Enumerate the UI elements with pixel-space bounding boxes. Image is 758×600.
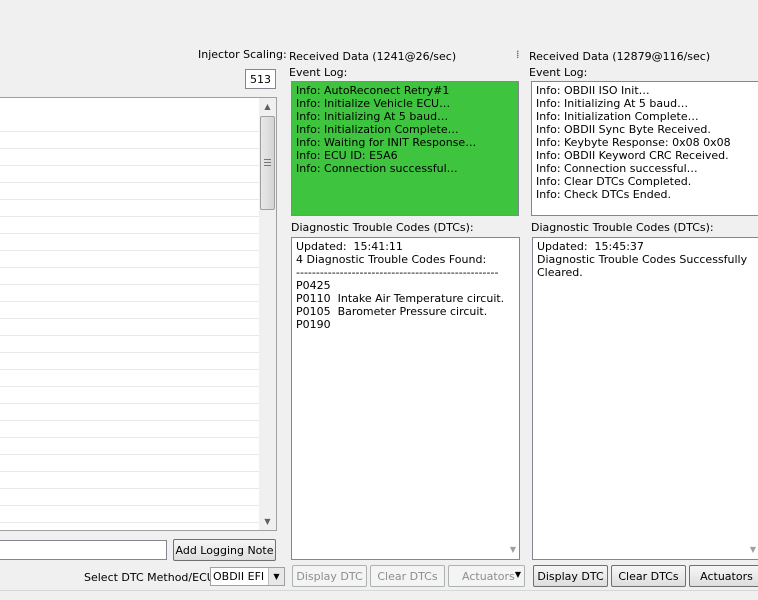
- log-line: P0190: [296, 318, 331, 331]
- log-line: Info: Initializing At 5 baud…: [536, 97, 689, 110]
- panel2-clear-dtcs-button[interactable]: Clear DTCs: [611, 565, 686, 587]
- table-row[interactable]: [0, 438, 259, 455]
- table-row[interactable]: [0, 489, 259, 506]
- log-line: P0105 Barometer Pressure circuit.: [296, 305, 488, 318]
- table-row[interactable]: [0, 166, 259, 183]
- log-line: Updated: 15:41:11: [296, 240, 403, 253]
- injector-scaling-input[interactable]: 513: [245, 69, 276, 89]
- scroll-thumb[interactable]: [260, 116, 275, 210]
- log-line: Info: Connection successful…: [536, 162, 698, 175]
- log-line: Info: Clear DTCs Completed.: [536, 175, 692, 188]
- data-list-rows: [0, 115, 259, 530]
- log-line: Info: OBDII ISO Init…: [536, 84, 650, 97]
- log-line: Info: OBDII Keyword CRC Received.: [536, 149, 729, 162]
- table-row[interactable]: [0, 149, 259, 166]
- table-row[interactable]: [0, 353, 259, 370]
- table-row[interactable]: [0, 302, 259, 319]
- table-row[interactable]: [0, 421, 259, 438]
- panel1-received-data: Received Data (1241@26/sec): [289, 50, 457, 63]
- panel2-event-log[interactable]: Info: OBDII ISO Init… Info: Initializing …: [531, 81, 758, 216]
- log-line: Info: Check DTCs Ended.: [536, 188, 671, 201]
- log-line: ----------------------------------------…: [296, 266, 499, 279]
- table-row[interactable]: [0, 387, 259, 404]
- table-row[interactable]: [0, 370, 259, 387]
- chevron-down-icon: ▼: [514, 570, 521, 579]
- chevron-down-icon[interactable]: ▼: [268, 568, 284, 585]
- table-row[interactable]: [0, 217, 259, 234]
- table-row[interactable]: [0, 319, 259, 336]
- splitter-grip-icon[interactable]: ⁞: [516, 48, 520, 61]
- panel2-dtc-box[interactable]: Updated: 15:45:37 Diagnostic Trouble Code…: [532, 237, 758, 560]
- log-line: Info: ECU ID: E5A6: [296, 149, 398, 162]
- scroll-down-icon[interactable]: ▼: [259, 513, 276, 530]
- log-line: P0425: [296, 279, 331, 292]
- panel1-dtc-label: Diagnostic Trouble Codes (DTCs):: [291, 221, 474, 234]
- panel2-display-dtc-button[interactable]: Display DTC: [533, 565, 608, 587]
- log-line: Info: Connection successful…: [296, 162, 458, 175]
- panel2-actuators-button[interactable]: Actuators: [689, 565, 758, 587]
- table-row[interactable]: [0, 268, 259, 285]
- panel1-dtc-box[interactable]: Updated: 15:41:11 4 Diagnostic Trouble Co…: [291, 237, 520, 560]
- log-line: P0110 Intake Air Temperature circuit.: [296, 292, 505, 305]
- dtc-method-select[interactable]: OBDII EFI ▼: [210, 567, 285, 586]
- panel2-dtc-label: Diagnostic Trouble Codes (DTCs):: [531, 221, 714, 234]
- log-line: Info: Waiting for INIT Response…: [296, 136, 477, 149]
- table-row[interactable]: [0, 404, 259, 421]
- log-line: Info: AutoReconect Retry#1: [296, 84, 450, 97]
- table-row[interactable]: [0, 472, 259, 489]
- log-line: Cleared.: [537, 266, 583, 279]
- status-bar-divider: [0, 590, 758, 591]
- panel1-event-log[interactable]: Info: AutoReconect Retry#1 Info: Initiali…: [291, 81, 519, 216]
- dtc-method-label: Select DTC Method/ECU:: [84, 571, 219, 584]
- log-line: Info: Initialization Complete…: [536, 110, 699, 123]
- log-line: Info: Initializing At 5 baud…: [296, 110, 449, 123]
- data-list-scrollbar[interactable]: ▲ ▼: [259, 98, 276, 530]
- panel2-received-data: Received Data (12879@116/sec): [529, 50, 711, 63]
- injector-scaling-label: Injector Scaling:: [198, 48, 287, 61]
- log-line: Updated: 15:45:37: [537, 240, 644, 253]
- table-row[interactable]: [0, 455, 259, 472]
- table-row[interactable]: [0, 506, 259, 523]
- table-row[interactable]: [0, 132, 259, 149]
- panel1-clear-dtcs-button[interactable]: Clear DTCs: [370, 565, 445, 587]
- log-line: Info: Initialize Vehicle ECU…: [296, 97, 451, 110]
- panel1-event-log-label: Event Log:: [289, 66, 348, 79]
- panel1-dtc-text: Updated: 15:41:11 4 Diagnostic Trouble Co…: [296, 240, 515, 331]
- log-line: Info: Keybyte Response: 0x08 0x08: [536, 136, 731, 149]
- table-row[interactable]: [0, 285, 259, 302]
- log-line: Info: OBDII Sync Byte Received.: [536, 123, 711, 136]
- log-line: Info: Initialization Complete…: [296, 123, 459, 136]
- scroll-up-icon[interactable]: ▲: [259, 98, 276, 115]
- panel2-dtc-text: Updated: 15:45:37 Diagnostic Trouble Code…: [537, 240, 755, 279]
- panel1-event-log-text: Info: AutoReconect Retry#1 Info: Initiali…: [296, 84, 514, 175]
- table-row[interactable]: [0, 183, 259, 200]
- log-line: Diagnostic Trouble Codes Successfully: [537, 253, 748, 266]
- table-row[interactable]: [0, 251, 259, 268]
- panel1-display-dtc-button[interactable]: Display DTC: [292, 565, 367, 587]
- panel2-dtc-scroll-down-icon[interactable]: ▼: [750, 545, 756, 554]
- table-row[interactable]: [0, 336, 259, 353]
- table-row[interactable]: [0, 234, 259, 251]
- panel2-event-log-label: Event Log:: [529, 66, 588, 79]
- logging-note-input[interactable]: [0, 540, 167, 560]
- panel2-event-log-text: Info: OBDII ISO Init… Info: Initializing …: [536, 84, 755, 201]
- data-list[interactable]: ▲ ▼: [0, 97, 277, 531]
- add-logging-note-button[interactable]: Add Logging Note: [173, 539, 276, 561]
- table-row[interactable]: [0, 200, 259, 217]
- log-line: 4 Diagnostic Trouble Codes Found:: [296, 253, 487, 266]
- table-row[interactable]: [0, 115, 259, 132]
- panel1-actuators-dropdown[interactable]: Actuators ▼: [448, 565, 525, 587]
- panel1-dtc-scroll-down-icon[interactable]: ▼: [510, 545, 516, 554]
